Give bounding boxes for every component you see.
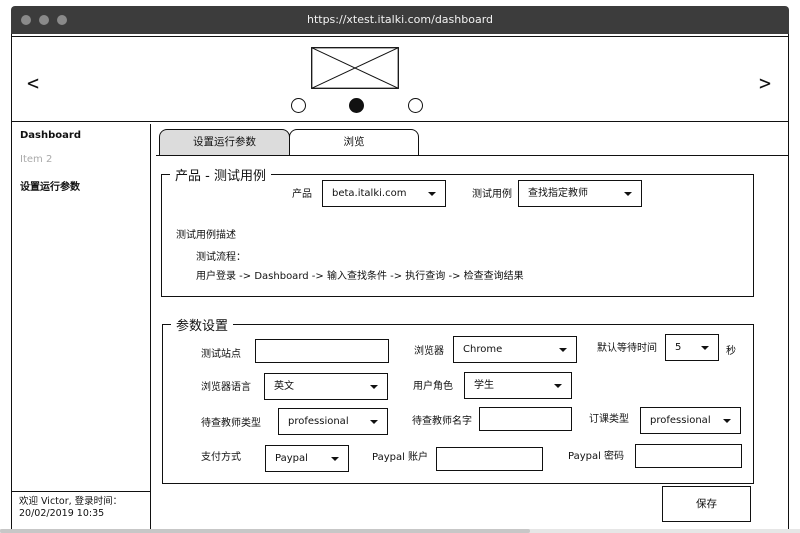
wait-label: 默认等待时间 xyxy=(597,343,657,354)
sidebar-item-2[interactable]: Item 2 xyxy=(20,154,52,165)
teacher-type-select[interactable]: professional xyxy=(278,408,388,435)
paypal-password-label: Paypal 密码 xyxy=(568,451,625,462)
login-time: 20/02/2019 10:35 xyxy=(19,508,105,519)
params-section-title: 参数设置 xyxy=(171,315,234,334)
chevron-down-icon xyxy=(624,192,632,196)
tab-divider xyxy=(156,155,789,156)
testcase-desc-title: 测试用例描述 xyxy=(176,230,236,241)
pay-label: 支付方式 xyxy=(201,452,241,463)
chevron-down-icon xyxy=(370,420,378,424)
header-carousel: < > xyxy=(11,36,789,122)
testcase-select-value: 查找指定教师 xyxy=(528,188,588,199)
carousel-prev-button[interactable]: < xyxy=(27,71,39,95)
sidebar-item-settings[interactable]: 设置运行参数 xyxy=(20,178,80,193)
scrollbar-thumb[interactable] xyxy=(0,529,530,533)
lesson-type-select[interactable]: professional xyxy=(640,407,741,434)
browser-select[interactable]: Chrome xyxy=(453,336,577,363)
product-label: 产品 xyxy=(292,189,312,200)
browser-select-value: Chrome xyxy=(463,344,503,355)
address-bar[interactable]: https://xtest.italki.com/dashboard xyxy=(11,13,789,26)
testcase-label: 测试用例 xyxy=(472,189,512,200)
paypal-account-label: Paypal 账户 xyxy=(372,452,429,463)
sidebar: Dashboard Item 2 设置运行参数 欢迎 Victor, 登录时间：… xyxy=(11,124,151,533)
product-select[interactable]: beta.italki.com xyxy=(322,180,446,207)
tab-run-settings[interactable]: 设置运行参数 xyxy=(159,129,290,156)
paypal-password-input[interactable] xyxy=(635,444,742,468)
wait-unit: 秒 xyxy=(726,346,736,357)
image-placeholder-icon xyxy=(311,47,399,89)
pay-select-value: Paypal xyxy=(275,453,308,464)
chevron-down-icon xyxy=(370,385,378,389)
site-input[interactable] xyxy=(255,339,389,363)
teacher-type-label: 待查教师类型 xyxy=(201,418,261,429)
browser-titlebar: https://xtest.italki.com/dashboard xyxy=(11,6,789,34)
lesson-type-select-value: professional xyxy=(650,415,711,426)
test-flow-label: 测试流程： xyxy=(196,252,246,263)
teacher-type-select-value: professional xyxy=(288,416,349,427)
lesson-type-label: 订课类型 xyxy=(589,414,629,425)
role-label: 用户角色 xyxy=(413,381,453,392)
chevron-down-icon xyxy=(723,419,731,423)
pay-select[interactable]: Paypal xyxy=(265,445,349,472)
lang-label: 浏览器语言 xyxy=(201,382,251,393)
lang-select-value: 英文 xyxy=(274,381,294,392)
carousel-dot-2[interactable] xyxy=(349,98,364,113)
login-info: 欢迎 Victor, 登录时间： 20/02/2019 10:35 xyxy=(11,491,151,520)
wait-select[interactable]: 5 xyxy=(665,334,719,361)
welcome-text: 欢迎 Victor, 登录时间： xyxy=(19,496,123,507)
chevron-down-icon xyxy=(331,457,339,461)
paypal-account-input[interactable] xyxy=(436,447,543,471)
site-label: 测试站点 xyxy=(201,349,241,360)
lang-select[interactable]: 英文 xyxy=(264,373,388,400)
carousel-next-button[interactable]: > xyxy=(759,71,771,95)
sidebar-item-dashboard[interactable]: Dashboard xyxy=(20,130,81,141)
role-select-value: 学生 xyxy=(474,380,494,391)
product-select-value: beta.italki.com xyxy=(332,188,407,199)
role-select[interactable]: 学生 xyxy=(464,372,572,399)
chevron-down-icon xyxy=(701,346,709,350)
browser-label: 浏览器 xyxy=(414,346,444,357)
wait-select-value: 5 xyxy=(675,342,682,353)
teacher-name-input[interactable] xyxy=(479,407,572,431)
product-section-title: 产品 - 测试用例 xyxy=(170,165,271,184)
test-flow-text: 用户登录 -> Dashboard -> 输入查找条件 -> 执行查询 -> 检… xyxy=(196,271,524,282)
save-button[interactable]: 保存 xyxy=(662,486,751,522)
testcase-select[interactable]: 查找指定教师 xyxy=(518,180,642,207)
chevron-down-icon xyxy=(554,384,562,388)
teacher-name-label: 待查教师名字 xyxy=(412,416,472,427)
chevron-down-icon xyxy=(559,348,567,352)
tab-browse[interactable]: 浏览 xyxy=(289,129,419,156)
chevron-down-icon xyxy=(428,192,436,196)
carousel-dot-3[interactable] xyxy=(408,98,423,113)
carousel-dot-1[interactable] xyxy=(291,98,306,113)
